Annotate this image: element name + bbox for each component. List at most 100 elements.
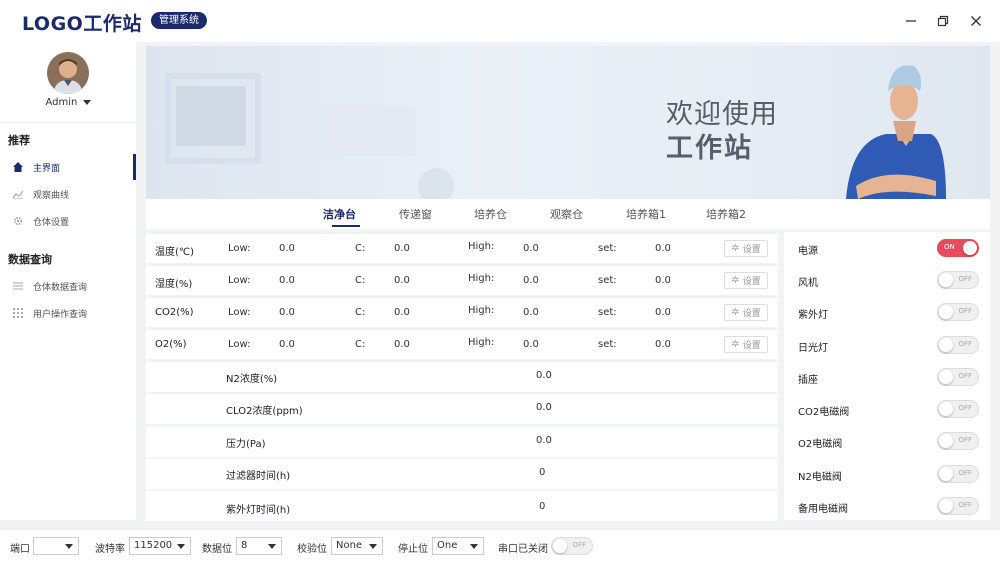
toggle-state: OFF xyxy=(958,307,972,315)
toggle-state: OFF xyxy=(958,340,972,348)
low-label: Low: xyxy=(228,275,251,286)
parity-select[interactable]: None xyxy=(331,537,383,555)
switch-label: 插座 xyxy=(798,375,818,386)
uv-lamp-toggle[interactable]: OFF xyxy=(937,303,979,321)
doctor-illustration xyxy=(846,65,946,199)
socket-toggle[interactable]: OFF xyxy=(937,368,979,386)
banner-background-image xyxy=(165,65,946,199)
avatar[interactable] xyxy=(47,52,89,94)
switch-row-socket: 插座 OFF xyxy=(784,361,990,393)
sidebar-item-label: 用户操作查询 xyxy=(33,309,88,320)
minimize-button[interactable] xyxy=(902,12,920,30)
sensor-name: 湿度(%) xyxy=(155,279,193,290)
sensor-row-o2: O2(%) Low: 0.0 C: 0.0 High: 0.0 set: 0.0… xyxy=(146,330,778,359)
tab-clean-bench[interactable]: 洁净台 xyxy=(323,206,356,222)
toggle-state: OFF xyxy=(958,404,972,412)
switch-panel: 电源 ON 风机 OFF 紫外灯 OFF 日光灯 OFF 插座 OFF CO2电… xyxy=(784,232,990,520)
reading-value: 0.0 xyxy=(536,435,552,446)
co2-valve-toggle[interactable]: OFF xyxy=(937,400,979,418)
toggle-state: OFF xyxy=(958,436,972,444)
baud-label: 波特率 xyxy=(95,544,125,555)
group-data-query: 数据查询 xyxy=(8,253,52,266)
stopbits-select[interactable]: One xyxy=(432,537,484,555)
tab-incubator-2[interactable]: 培养箱2 xyxy=(706,206,746,222)
sidebar-item-label: 观察曲线 xyxy=(33,190,70,201)
settings-button[interactable]: ✲ 设置 xyxy=(724,240,768,257)
reading-row-filter-time: 过滤器时间(h) 0 xyxy=(146,459,778,489)
close-icon xyxy=(971,16,981,26)
settings-button[interactable]: ✲ 设置 xyxy=(724,336,768,353)
set-label: set: xyxy=(598,339,617,350)
line-chart-icon xyxy=(13,189,23,199)
sensor-name: O2(%) xyxy=(155,339,187,350)
sidebar-item-curves[interactable]: 观察曲线 xyxy=(0,181,136,207)
c-value: 0.0 xyxy=(394,307,410,318)
fluorescent-toggle[interactable]: OFF xyxy=(937,336,979,354)
sidebar-item-chamber-data[interactable]: 仓体数据查询 xyxy=(0,273,136,299)
reading-row-clo2: CLO2浓度(ppm) 0.0 xyxy=(146,394,778,424)
sidebar-item-user-ops[interactable]: 用户操作查询 xyxy=(0,300,136,326)
toggle-knob xyxy=(939,467,953,481)
reading-value: 0 xyxy=(539,501,546,512)
databits-value: 8 xyxy=(241,540,248,551)
high-value: 0.0 xyxy=(523,275,539,286)
tab-incubator-1[interactable]: 培养箱1 xyxy=(626,206,666,222)
c-label: C: xyxy=(355,307,366,318)
sidebar: Admin 推荐 主界面 观察曲线 仓体设置 数据查询 仓体数据查询 用户操作查… xyxy=(0,42,136,520)
high-value: 0.0 xyxy=(523,243,539,254)
serial-port-toggle[interactable]: OFF xyxy=(551,537,593,555)
sidebar-item-home[interactable]: 主界面 xyxy=(0,154,136,180)
databits-select[interactable]: 8 xyxy=(236,537,282,555)
tab-pass-box[interactable]: 传递窗 xyxy=(399,206,432,222)
set-value: 0.0 xyxy=(655,243,671,254)
high-label: High: xyxy=(468,241,495,252)
c-value: 0.0 xyxy=(394,275,410,286)
chevron-down-icon xyxy=(470,544,478,549)
fan-toggle[interactable]: OFF xyxy=(937,271,979,289)
c-label: C: xyxy=(355,275,366,286)
c-label: C: xyxy=(355,243,366,254)
chevron-down-icon xyxy=(268,544,276,549)
sensor-name: CO2(%) xyxy=(155,307,194,318)
settings-button[interactable]: ✲ 设置 xyxy=(724,272,768,289)
banner-workstation-text: 工作站 xyxy=(666,133,753,164)
switch-label: 日光灯 xyxy=(798,343,828,354)
chevron-down-icon xyxy=(369,544,377,549)
c-label: C: xyxy=(355,339,366,350)
gear-icon: ✲ xyxy=(731,339,740,350)
serial-settings-bar: 端口 波特率 115200 数据位 8 校验位 None 停止位 One 串口已… xyxy=(0,530,1000,563)
tab-observation-chamber[interactable]: 观察仓 xyxy=(550,206,583,222)
maximize-button[interactable] xyxy=(934,12,952,30)
switch-label: 紫外灯 xyxy=(798,310,828,321)
gear-icon: ✲ xyxy=(731,307,740,318)
o2-valve-toggle[interactable]: OFF xyxy=(937,432,979,450)
port-select[interactable] xyxy=(33,537,79,555)
switch-row-uv-lamp: 紫外灯 OFF xyxy=(784,296,990,328)
spare-valve-toggle[interactable]: OFF xyxy=(937,497,979,515)
set-value: 0.0 xyxy=(655,307,671,318)
databits-label: 数据位 xyxy=(202,544,232,555)
home-icon xyxy=(13,162,23,172)
settings-button[interactable]: ✲ 设置 xyxy=(724,304,768,321)
baud-select[interactable]: 115200 xyxy=(129,537,191,555)
switch-row-co2-valve: CO2电磁阀 OFF xyxy=(784,393,990,425)
close-button[interactable] xyxy=(967,12,985,30)
gear-icon xyxy=(13,216,23,226)
toggle-knob xyxy=(939,370,953,384)
welcome-banner: 欢迎使用 工作站 xyxy=(146,46,990,199)
reading-value: 0.0 xyxy=(536,370,552,381)
divider xyxy=(0,122,136,123)
power-toggle[interactable]: ON xyxy=(937,239,979,257)
toggle-knob xyxy=(939,273,953,287)
sensor-row-co2: CO2(%) Low: 0.0 C: 0.0 High: 0.0 set: 0.… xyxy=(146,298,778,327)
n2-valve-toggle[interactable]: OFF xyxy=(937,465,979,483)
toggle-knob xyxy=(939,338,953,352)
list-icon xyxy=(13,281,23,291)
reading-row-n2: N2浓度(%) 0.0 xyxy=(146,362,778,392)
sidebar-item-chamber-settings[interactable]: 仓体设置 xyxy=(0,208,136,234)
switch-label: O2电磁阀 xyxy=(798,439,843,450)
toggle-knob xyxy=(939,305,953,319)
user-menu[interactable]: Admin xyxy=(0,97,136,108)
tab-culture-chamber[interactable]: 培养仓 xyxy=(474,206,507,222)
switch-label: 备用电磁阀 xyxy=(798,504,848,515)
